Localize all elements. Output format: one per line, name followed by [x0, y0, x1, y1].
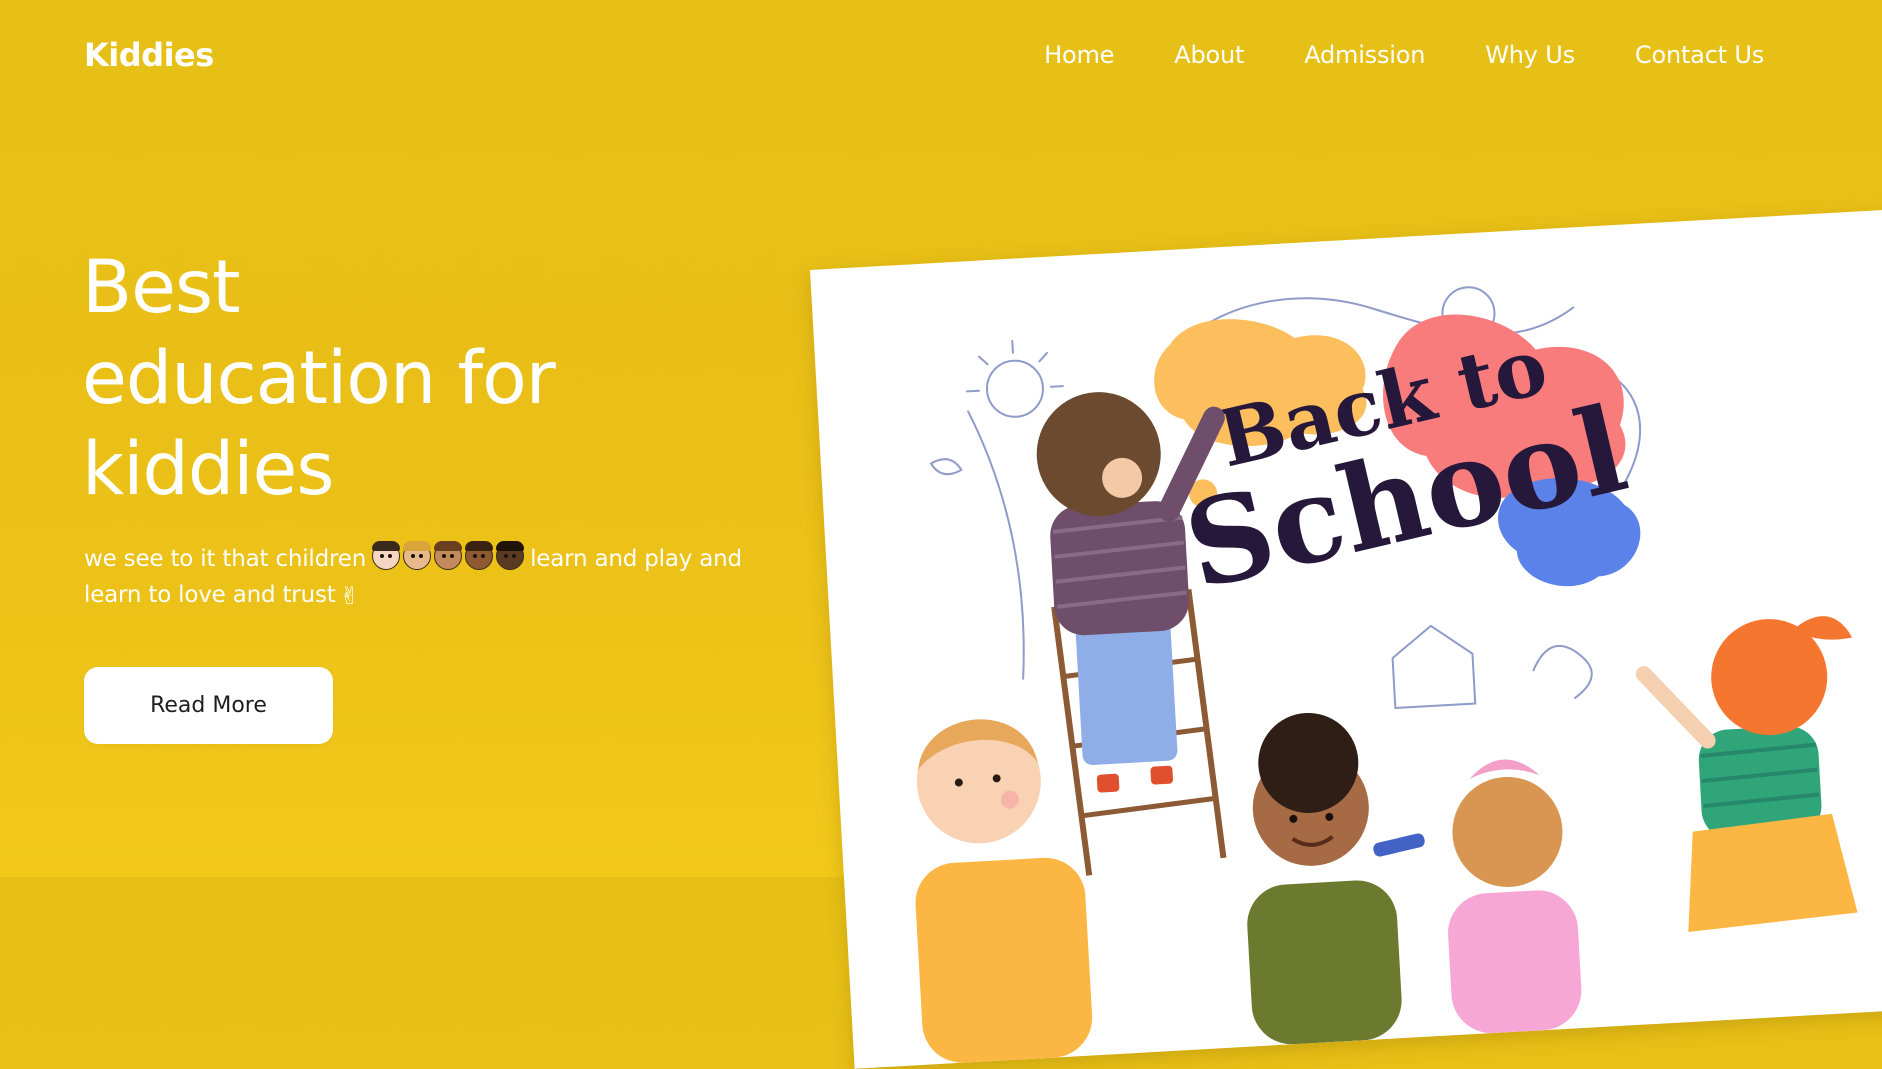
boy-on-ladder	[1036, 392, 1227, 876]
nav-why-us[interactable]: Why Us	[1485, 41, 1575, 69]
child-face-icon	[372, 541, 401, 570]
nav-contact-us[interactable]: Contact Us	[1635, 41, 1764, 69]
main-nav: Home About Admission Why Us Contact Us	[1044, 41, 1764, 69]
hero-subtitle: we see to it that children learn and play…	[84, 541, 764, 614]
child-face-icon	[496, 541, 525, 570]
hero-title: Best education for kiddies	[82, 242, 642, 515]
girl-pink-bow	[1448, 759, 1582, 1034]
illustration-art: Back to School	[915, 286, 1858, 1063]
child-face-icon	[434, 541, 463, 570]
victory-hand-icon: ✌	[339, 582, 360, 610]
hero-subtitle-start: we see to it that children	[84, 546, 367, 572]
hero-title-line-2: education for	[82, 336, 556, 421]
girl-orange-hair	[1635, 616, 1858, 933]
hero-title-line-1: Best	[82, 245, 241, 330]
read-more-button[interactable]: Read More	[84, 667, 333, 744]
nav-home[interactable]: Home	[1044, 41, 1114, 69]
brand-logo[interactable]: Kiddies	[84, 36, 214, 74]
child-face-icon	[465, 541, 494, 570]
child-face-icon	[403, 541, 432, 570]
boy-bottom-left	[915, 719, 1093, 1063]
nav-about[interactable]: About	[1174, 41, 1244, 69]
hero-title-line-3: kiddies	[82, 427, 334, 512]
back-to-school-illustration: Back to School	[810, 204, 1882, 1069]
nav-admission[interactable]: Admission	[1304, 41, 1425, 69]
children-emoji-group	[372, 541, 525, 570]
